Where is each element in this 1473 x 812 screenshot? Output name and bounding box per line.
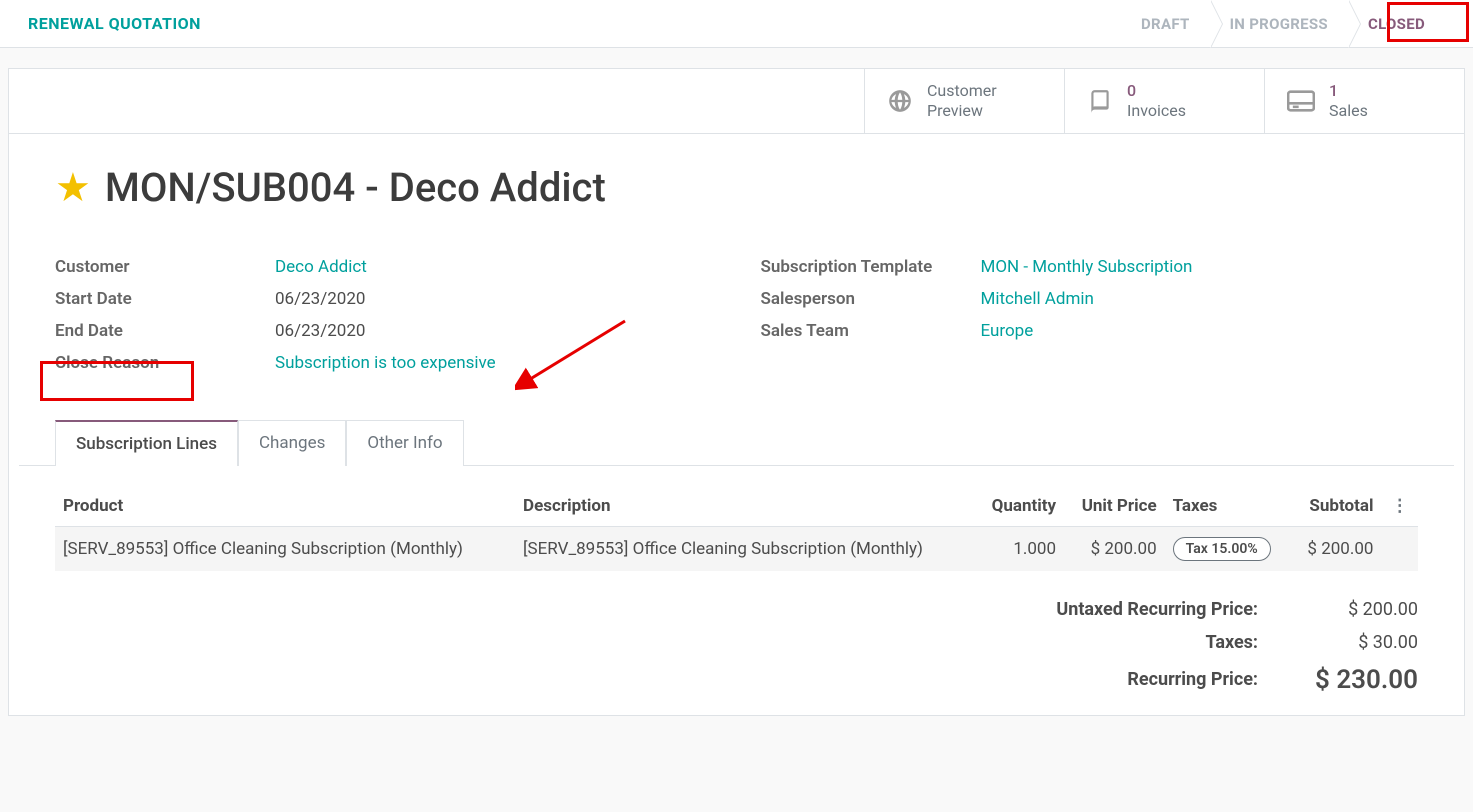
subscription-template-value[interactable]: MON - Monthly Subscription: [981, 257, 1193, 277]
start-date-value: 06/23/2020: [275, 289, 365, 309]
untaxed-label: Untaxed Recurring Price:: [1038, 599, 1258, 620]
recurring-price-value: $ 230.00: [1308, 665, 1418, 695]
form-sheet: Customer Preview 0 Invoices 1 Sales: [8, 68, 1465, 716]
right-fields: Subscription Template MON - Monthly Subs…: [761, 251, 1419, 379]
end-date-label: End Date: [55, 321, 275, 341]
status-draft[interactable]: DRAFT: [1121, 0, 1210, 47]
untaxed-value: $ 200.00: [1308, 599, 1418, 620]
customer-label: Customer: [55, 257, 275, 277]
totals-section: Untaxed Recurring Price: $ 200.00 Taxes:…: [55, 599, 1418, 695]
sales-team-value[interactable]: Europe: [981, 321, 1034, 341]
col-unit-price: Unit Price: [1064, 486, 1165, 527]
status-bar: DRAFT IN PROGRESS CLOSED: [1121, 0, 1445, 47]
invoices-button[interactable]: 0 Invoices: [1064, 69, 1264, 133]
tab-subscription-lines[interactable]: Subscription Lines: [55, 420, 238, 466]
tab-other-info[interactable]: Other Info: [346, 420, 463, 466]
salesperson-label: Salesperson: [761, 289, 981, 309]
subscription-lines-table: Product Description Quantity Unit Price …: [55, 466, 1418, 571]
cell-taxes: Tax 15.00%: [1165, 527, 1291, 572]
cell-unit-price: $ 200.00: [1064, 527, 1165, 572]
tab-changes[interactable]: Changes: [238, 420, 346, 466]
col-options-icon[interactable]: ⋮: [1381, 486, 1418, 527]
book-icon: [1087, 88, 1113, 114]
close-reason-value[interactable]: Subscription is too expensive: [275, 353, 496, 373]
main-content: ★ MON/SUB004 - Deco Addict Customer Deco…: [9, 134, 1464, 715]
tax-pill[interactable]: Tax 15.00%: [1173, 537, 1271, 561]
table-row[interactable]: [SERV_89553] Office Cleaning Subscriptio…: [55, 527, 1418, 572]
taxes-total-value: $ 30.00: [1308, 632, 1418, 653]
close-reason-label: Close Reason: [55, 353, 275, 373]
stat-buttons-row: Customer Preview 0 Invoices 1 Sales: [9, 69, 1464, 134]
start-date-label: Start Date: [55, 289, 275, 309]
subscription-template-label: Subscription Template: [761, 257, 981, 277]
record-title: MON/SUB004 - Deco Addict: [105, 164, 606, 211]
col-taxes: Taxes: [1165, 486, 1291, 527]
sales-count: 1: [1329, 81, 1368, 101]
sales-team-label: Sales Team: [761, 321, 981, 341]
end-date-value: 06/23/2020: [275, 321, 365, 341]
cell-description: [SERV_89553] Office Cleaning Subscriptio…: [515, 527, 975, 572]
sales-button[interactable]: 1 Sales: [1264, 69, 1464, 133]
col-description: Description: [515, 486, 975, 527]
tab-bar: Subscription Lines Changes Other Info: [19, 419, 1454, 466]
invoices-count: 0: [1127, 81, 1186, 101]
globe-icon: [887, 88, 913, 114]
cell-product: [SERV_89553] Office Cleaning Subscriptio…: [55, 527, 515, 572]
taxes-total-label: Taxes:: [1038, 632, 1258, 653]
customer-preview-button[interactable]: Customer Preview: [864, 69, 1064, 133]
col-quantity: Quantity: [975, 486, 1064, 527]
customer-preview-label-2: Preview: [927, 101, 997, 121]
top-bar: RENEWAL QUOTATION DRAFT IN PROGRESS CLOS…: [0, 0, 1473, 48]
sales-label: Sales: [1329, 101, 1368, 121]
recurring-price-label: Recurring Price:: [1038, 665, 1258, 695]
col-subtotal: Subtotal: [1291, 486, 1382, 527]
col-product: Product: [55, 486, 515, 527]
credit-card-icon: [1287, 90, 1315, 112]
left-fields: Customer Deco Addict Start Date 06/23/20…: [55, 251, 713, 379]
cell-quantity: 1.000: [975, 527, 1064, 572]
status-in-progress[interactable]: IN PROGRESS: [1210, 0, 1348, 47]
invoices-label: Invoices: [1127, 101, 1186, 121]
renewal-quotation-button[interactable]: RENEWAL QUOTATION: [28, 14, 201, 33]
cell-subtotal: $ 200.00: [1291, 527, 1382, 572]
customer-value[interactable]: Deco Addict: [275, 257, 367, 277]
star-icon[interactable]: ★: [55, 164, 91, 211]
customer-preview-label-1: Customer: [927, 81, 997, 101]
status-closed[interactable]: CLOSED: [1348, 0, 1445, 47]
salesperson-value[interactable]: Mitchell Admin: [981, 289, 1094, 309]
